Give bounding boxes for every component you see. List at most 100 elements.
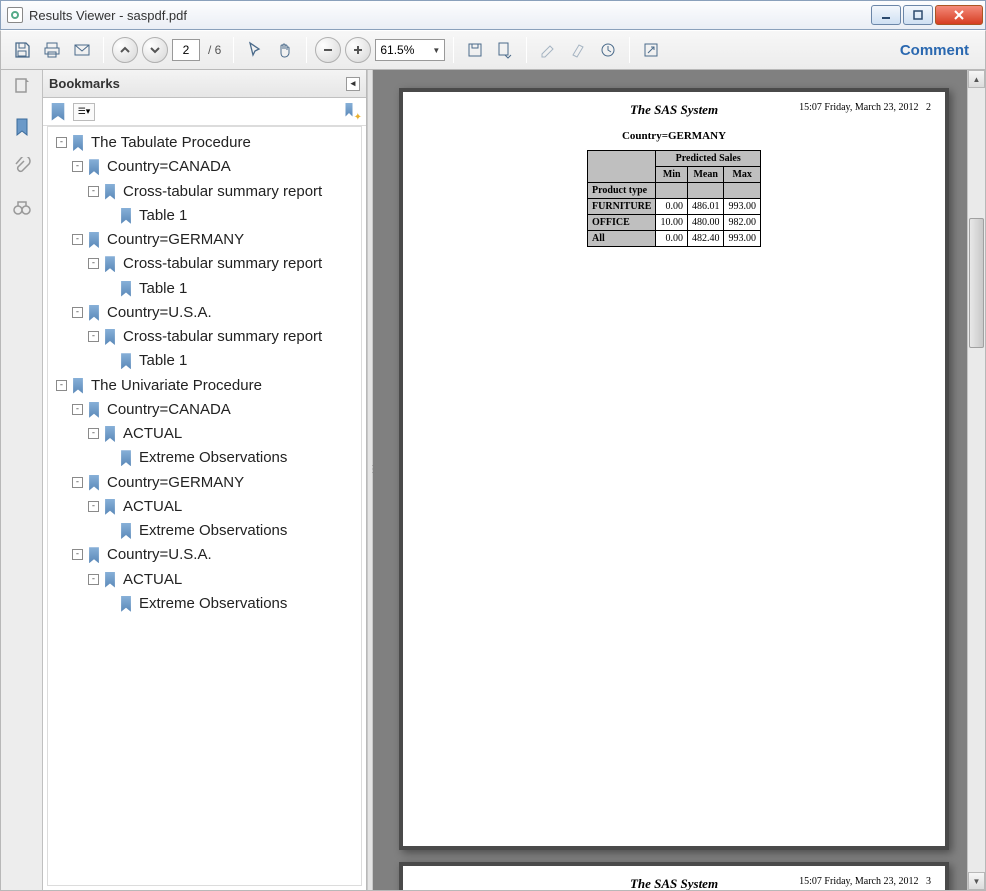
scroll-track[interactable]: [968, 88, 985, 872]
bookmarks-tree[interactable]: -The Tabulate Procedure-Country=CANADA-C…: [47, 126, 362, 886]
bookmark-icon: [119, 596, 133, 612]
expand-toggle[interactable]: -: [88, 331, 99, 342]
hand-tool-icon[interactable]: [272, 37, 298, 63]
email-icon[interactable]: [69, 37, 95, 63]
bookmark-item[interactable]: -Country=CANADA: [72, 398, 359, 422]
titlebar: Results Viewer - saspdf.pdf: [0, 0, 986, 30]
page-count: / 6: [208, 43, 221, 57]
expand-toggle[interactable]: -: [88, 574, 99, 585]
expand-toggle[interactable]: -: [72, 549, 83, 560]
highlight-icon[interactable]: [565, 37, 591, 63]
bookmark-icon: [87, 402, 101, 418]
zoom-in-button[interactable]: [345, 37, 371, 63]
search-binoculars-icon[interactable]: [11, 196, 33, 218]
expand-toggle[interactable]: -: [56, 380, 67, 391]
bookmark-label: Country=U.S.A.: [107, 303, 359, 323]
bookmark-label: Table 1: [139, 351, 359, 371]
bookmark-label: Extreme Observations: [139, 521, 359, 541]
page-timestamp: 15:07 Friday, March 23, 2012 3: [799, 876, 931, 887]
crosstab-table: Predicted Sales MinMeanMax Product type …: [587, 150, 761, 247]
select-tool-icon[interactable]: [242, 37, 268, 63]
bookmark-item[interactable]: - Country=U.S.A.: [72, 301, 359, 325]
expand-toggle[interactable]: -: [88, 258, 99, 269]
bookmark-item[interactable]: - Country=CANADA: [72, 155, 359, 179]
scroll-thumb[interactable]: [969, 218, 984, 348]
expand-toggle: [104, 355, 115, 366]
zoom-dropdown[interactable]: 61.5%▼: [375, 39, 445, 61]
chevron-down-icon: ▼: [432, 46, 440, 55]
bookmark-item[interactable]: -Cross-tabular summary report: [88, 325, 359, 349]
bookmark-item[interactable]: Table 1: [104, 349, 359, 373]
bookmark-item[interactable]: - The Tabulate Procedure: [56, 131, 359, 155]
bookmark-item[interactable]: -ACTUAL: [88, 422, 359, 446]
expand-toggle[interactable]: -: [72, 307, 83, 318]
bookmark-label: Country=GERMANY: [107, 230, 359, 250]
bookmark-label: Cross-tabular summary report: [123, 254, 359, 274]
scroll-down-button[interactable]: ▼: [968, 872, 985, 890]
save-icon[interactable]: [9, 37, 35, 63]
bookmarks-icon[interactable]: [11, 116, 33, 138]
close-button[interactable]: [935, 5, 983, 25]
page-thumbnails-icon[interactable]: [11, 76, 33, 98]
bookmark-label: The Univariate Procedure: [91, 376, 359, 396]
bookmark-label: Table 1: [139, 206, 359, 226]
print-icon[interactable]: [39, 37, 65, 63]
bookmark-label: ACTUAL: [123, 570, 359, 590]
bookmark-icon: [87, 232, 101, 248]
bookmark-item[interactable]: Extreme Observations: [104, 519, 359, 543]
bookmark-label: Country=CANADA: [107, 157, 359, 177]
bookmark-icon: [87, 547, 101, 563]
bookmark-ribbon-icon: [49, 103, 67, 121]
bookmark-item[interactable]: Table 1: [104, 277, 359, 301]
expand-toggle: [104, 452, 115, 463]
page-title: The SAS System: [630, 102, 718, 118]
zoom-out-button[interactable]: [315, 37, 341, 63]
scroll-up-button[interactable]: ▲: [968, 70, 985, 88]
bookmark-label: Extreme Observations: [139, 448, 359, 468]
bookmark-item[interactable]: - ACTUAL: [88, 568, 359, 592]
expand-toggle[interactable]: -: [72, 161, 83, 172]
save-disk-icon[interactable]: [462, 37, 488, 63]
expand-toggle[interactable]: -: [72, 477, 83, 488]
expand-toggle: [104, 283, 115, 294]
bookmark-label: Extreme Observations: [139, 594, 359, 614]
bookmark-label: The Tabulate Procedure: [91, 133, 359, 153]
toolbar: / 6 61.5%▼ Comment: [0, 30, 986, 70]
page-up-button[interactable]: [112, 37, 138, 63]
bookmark-item[interactable]: - Country=GERMANY: [72, 228, 359, 252]
edit-icon[interactable]: [535, 37, 561, 63]
bookmark-item[interactable]: Table 1: [104, 204, 359, 228]
bookmarks-options-button[interactable]: ☰▾: [73, 103, 95, 121]
bookmark-item[interactable]: -Country=GERMANY: [72, 471, 359, 495]
bookmark-item[interactable]: -Cross-tabular summary report: [88, 180, 359, 204]
sign-icon[interactable]: [595, 37, 621, 63]
new-bookmark-button[interactable]: [342, 103, 360, 121]
attachments-icon[interactable]: [11, 156, 33, 178]
bookmark-icon: [103, 256, 117, 272]
expand-toggle[interactable]: -: [72, 404, 83, 415]
document-area: The SAS System 15:07 Friday, March 23, 2…: [373, 70, 985, 890]
expand-toggle[interactable]: -: [88, 186, 99, 197]
expand-toggle[interactable]: -: [56, 137, 67, 148]
maximize-button[interactable]: [903, 5, 933, 25]
expand-toggle[interactable]: -: [72, 234, 83, 245]
page-number-input[interactable]: [172, 39, 200, 61]
bookmark-item[interactable]: Extreme Observations: [104, 592, 359, 616]
minimize-button[interactable]: [871, 5, 901, 25]
bookmark-icon: [87, 475, 101, 491]
convert-icon[interactable]: [492, 37, 518, 63]
bookmark-item[interactable]: -ACTUAL: [88, 495, 359, 519]
vertical-scrollbar[interactable]: ▲ ▼: [967, 70, 985, 890]
page-down-button[interactable]: [142, 37, 168, 63]
expand-toggle[interactable]: -: [88, 428, 99, 439]
bookmark-item[interactable]: -Country=U.S.A.: [72, 543, 359, 567]
bookmark-item[interactable]: - The Univariate Procedure: [56, 374, 359, 398]
expand-toggle[interactable]: -: [88, 501, 99, 512]
comment-button[interactable]: Comment: [892, 38, 977, 63]
fullscreen-icon[interactable]: [638, 37, 664, 63]
bookmark-item[interactable]: Extreme Observations: [104, 446, 359, 470]
bookmark-icon: [87, 305, 101, 321]
collapse-panel-button[interactable]: ◂: [346, 77, 360, 91]
bookmark-item[interactable]: - Cross-tabular summary report: [88, 252, 359, 276]
bookmark-icon: [103, 329, 117, 345]
